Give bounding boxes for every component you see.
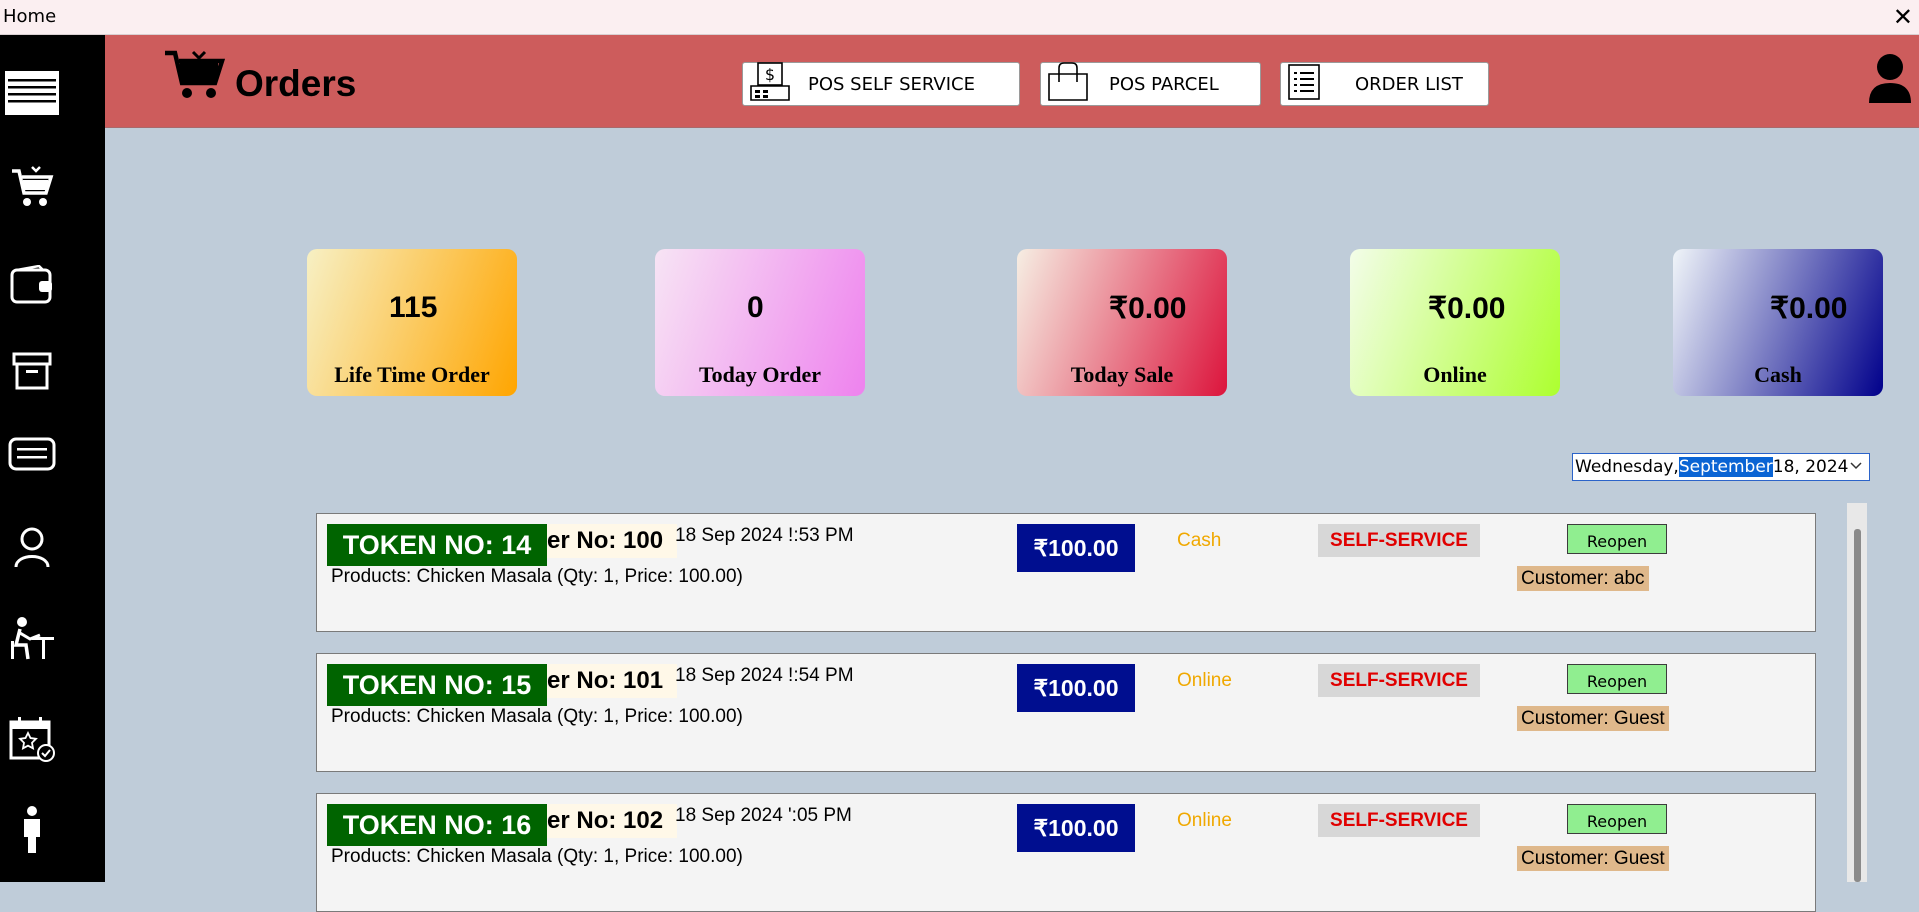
order-amount: ₹100.00 bbox=[1017, 664, 1135, 712]
chevron-down-icon[interactable] bbox=[1849, 457, 1863, 480]
pos-parcel-label: POS PARCEL bbox=[1109, 73, 1219, 95]
service-type: SELF-SERVICE bbox=[1318, 664, 1480, 697]
order-number-text: er No: 101 bbox=[547, 667, 664, 694]
stat-card-online: ₹0.00 Online bbox=[1350, 249, 1560, 396]
pos-parcel-button[interactable]: POS PARCEL bbox=[1040, 61, 1261, 107]
order-number-text: er No: 102 bbox=[547, 807, 664, 834]
pos-self-service-button[interactable]: $ POS SELF SERVICE bbox=[742, 61, 1020, 107]
order-time: 18 Sep 2024 !:53 PM bbox=[675, 525, 854, 546]
date-month-selected[interactable]: September bbox=[1678, 457, 1773, 477]
register-icon: $ bbox=[749, 61, 791, 107]
cart-logo-icon bbox=[163, 49, 226, 106]
order-time: 18 Sep 2024 !:54 PM bbox=[675, 665, 854, 686]
service-type: SELF-SERVICE bbox=[1318, 524, 1480, 557]
order-number: er No: 100 bbox=[547, 524, 677, 558]
menu-icon[interactable] bbox=[0, 70, 64, 116]
date-weekday: Wednesday, bbox=[1575, 457, 1679, 477]
order-list-label: ORDER LIST bbox=[1355, 73, 1463, 95]
pos-self-service-label: POS SELF SERVICE bbox=[808, 73, 975, 95]
token-number: TOKEN NO: 15 bbox=[327, 664, 547, 706]
ticket-icon[interactable] bbox=[0, 435, 64, 473]
order-number: er No: 101 bbox=[547, 664, 677, 698]
person-icon[interactable] bbox=[0, 805, 64, 855]
close-icon[interactable]: ✕ bbox=[1893, 3, 1913, 32]
sidebar bbox=[0, 35, 105, 882]
order-row: er No: 102 TOKEN NO: 16 18 Sep 2024 ':05… bbox=[316, 793, 1816, 912]
token-number: TOKEN NO: 14 bbox=[327, 524, 547, 566]
order-number: er No: 102 bbox=[547, 804, 677, 838]
order-row: er No: 101 TOKEN NO: 15 18 Sep 2024 !:54… bbox=[316, 653, 1816, 772]
stat-card-cash: ₹0.00 Cash bbox=[1673, 249, 1883, 396]
reopen-button[interactable]: Reopen bbox=[1567, 804, 1667, 834]
stat-label: Today Order bbox=[698, 362, 822, 387]
reopen-button[interactable]: Reopen bbox=[1567, 664, 1667, 694]
customer-name: Customer: Guest bbox=[1517, 846, 1669, 871]
order-products: Products: Chicken Masala (Qty: 1, Price:… bbox=[331, 706, 743, 727]
wallet-icon[interactable] bbox=[0, 265, 64, 307]
order-amount: ₹100.00 bbox=[1017, 524, 1135, 572]
list-icon bbox=[1287, 63, 1321, 106]
date-day-year: 18, 2024 bbox=[1772, 457, 1849, 477]
window-title: Home bbox=[3, 6, 57, 27]
seat-icon[interactable] bbox=[0, 615, 64, 663]
token-number: TOKEN NO: 16 bbox=[327, 804, 547, 846]
order-products: Products: Chicken Masala (Qty: 1, Price:… bbox=[331, 846, 743, 867]
stat-value: 0 bbox=[747, 291, 764, 324]
svg-text:$: $ bbox=[765, 65, 775, 84]
order-number-text: er No: 100 bbox=[547, 527, 664, 554]
stat-label: Cash bbox=[1754, 362, 1802, 387]
stat-card-today-order: 0 Today Order bbox=[655, 249, 865, 396]
cart-icon[interactable] bbox=[0, 165, 64, 211]
stat-card-today-sale: ₹0.00 Today Sale bbox=[1017, 249, 1227, 396]
stat-label: Life Time Order bbox=[334, 362, 490, 387]
orders-scrollbar[interactable] bbox=[1847, 503, 1867, 882]
reopen-button[interactable]: Reopen bbox=[1567, 524, 1667, 554]
stat-label: Online bbox=[1423, 362, 1487, 387]
order-time: 18 Sep 2024 ':05 PM bbox=[675, 805, 852, 826]
order-list-button[interactable]: ORDER LIST bbox=[1280, 62, 1489, 106]
bag-icon bbox=[1047, 61, 1089, 107]
stat-value: ₹0.00 bbox=[1109, 292, 1187, 325]
service-type: SELF-SERVICE bbox=[1318, 804, 1480, 837]
stat-value: 115 bbox=[389, 291, 438, 324]
payment-mode: Online bbox=[1177, 670, 1232, 691]
archive-icon[interactable] bbox=[0, 350, 64, 392]
calendar-star-icon[interactable] bbox=[0, 715, 64, 763]
order-amount: ₹100.00 bbox=[1017, 804, 1135, 852]
app-header: Orders $ POS SELF SERVICE POS PARCEL ORD… bbox=[105, 35, 1919, 128]
date-picker[interactable]: Wednesday, September 18, 2024 bbox=[1572, 453, 1870, 481]
stat-value: ₹0.00 bbox=[1428, 292, 1506, 325]
user-profile-icon[interactable] bbox=[1867, 53, 1913, 110]
stat-value: ₹0.00 bbox=[1770, 292, 1848, 325]
page-title: Orders bbox=[235, 63, 357, 104]
user-icon[interactable] bbox=[0, 525, 64, 569]
window-titlebar: Home ✕ bbox=[0, 0, 1919, 35]
stat-label: Today Sale bbox=[1070, 362, 1174, 387]
payment-mode: Online bbox=[1177, 810, 1232, 831]
order-row: er No: 100 TOKEN NO: 14 18 Sep 2024 !:53… bbox=[316, 513, 1816, 632]
customer-name: Customer: Guest bbox=[1517, 706, 1669, 731]
scrollbar-thumb[interactable] bbox=[1854, 529, 1861, 882]
order-products: Products: Chicken Masala (Qty: 1, Price:… bbox=[331, 566, 743, 587]
customer-name: Customer: abc bbox=[1517, 566, 1649, 591]
stat-card-lifetime-order: 115 Life Time Order bbox=[307, 249, 517, 396]
payment-mode: Cash bbox=[1177, 530, 1222, 551]
